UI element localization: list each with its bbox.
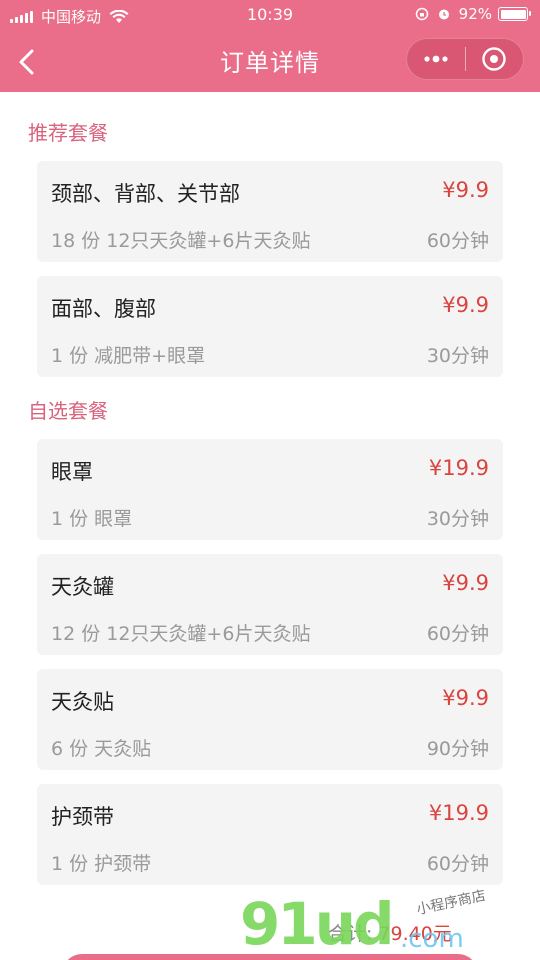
package-price: ¥19.9 xyxy=(428,456,489,480)
package-desc: 1 份 减肥带+眼罩 xyxy=(51,345,206,367)
submit-order-button[interactable] xyxy=(62,954,478,960)
package-card[interactable]: 眼罩 ¥19.9 1 份 眼罩 30分钟 xyxy=(37,439,503,540)
package-duration: 30分钟 xyxy=(426,345,489,367)
battery-percent: 92% xyxy=(458,5,492,23)
watermark-logo: 91ud xyxy=(240,890,395,958)
close-mini-program-button[interactable] xyxy=(465,39,523,79)
package-card[interactable]: 颈部、背部、关节部 ¥9.9 18 份 12只天灸罐+6片天灸贴 60分钟 xyxy=(37,161,503,262)
status-right: 92% xyxy=(415,5,531,23)
section-title-custom: 自选套餐 xyxy=(28,399,108,423)
watermark-text: 小程序商店 xyxy=(415,887,488,919)
package-desc: 12 份 12只天灸罐+6片天灸贴 xyxy=(51,623,311,645)
package-duration: 60分钟 xyxy=(426,623,489,645)
package-price: ¥9.9 xyxy=(442,686,489,710)
section-title-recommended: 推荐套餐 xyxy=(28,121,108,145)
package-price: ¥19.9 xyxy=(428,801,489,825)
package-duration: 60分钟 xyxy=(426,230,489,252)
package-name: 天灸罐 xyxy=(51,575,114,599)
package-price: ¥9.9 xyxy=(442,178,489,202)
watermark-domain: .com xyxy=(400,924,464,954)
package-name: 护颈带 xyxy=(51,805,114,829)
orientation-lock-icon xyxy=(415,7,428,21)
package-desc: 1 份 眼罩 xyxy=(51,508,133,530)
more-dots-icon xyxy=(424,55,448,63)
package-desc: 6 份 天灸贴 xyxy=(51,738,152,760)
package-desc: 18 份 12只天灸罐+6片天灸贴 xyxy=(51,230,311,252)
package-name: 天灸贴 xyxy=(51,690,114,714)
target-close-icon xyxy=(482,47,506,71)
package-price: ¥9.9 xyxy=(442,293,489,317)
package-card[interactable]: 天灸贴 ¥9.9 6 份 天灸贴 90分钟 xyxy=(37,669,503,770)
package-card[interactable]: 面部、腹部 ¥9.9 1 份 减肥带+眼罩 30分钟 xyxy=(37,276,503,377)
more-button[interactable] xyxy=(407,39,465,79)
package-duration: 30分钟 xyxy=(426,508,489,530)
package-duration: 90分钟 xyxy=(426,738,489,760)
package-duration: 60分钟 xyxy=(426,853,489,875)
package-card[interactable]: 护颈带 ¥19.9 1 份 护颈带 60分钟 xyxy=(37,784,503,885)
package-desc: 1 份 护颈带 xyxy=(51,853,152,875)
battery-icon xyxy=(498,7,531,21)
package-card[interactable]: 天灸罐 ¥9.9 12 份 12只天灸罐+6片天灸贴 60分钟 xyxy=(37,554,503,655)
package-name: 眼罩 xyxy=(51,460,93,484)
package-price: ¥9.9 xyxy=(442,571,489,595)
package-name: 面部、腹部 xyxy=(51,297,156,321)
nav-bar: 订单详情 xyxy=(0,30,540,92)
alarm-icon xyxy=(438,9,449,20)
watermark: 91ud .com 小程序商店 xyxy=(240,888,540,960)
status-bar: 中国移动 10:39 92% xyxy=(0,0,540,30)
mini-program-capsule xyxy=(406,38,524,80)
package-name: 颈部、背部、关节部 xyxy=(51,182,240,206)
